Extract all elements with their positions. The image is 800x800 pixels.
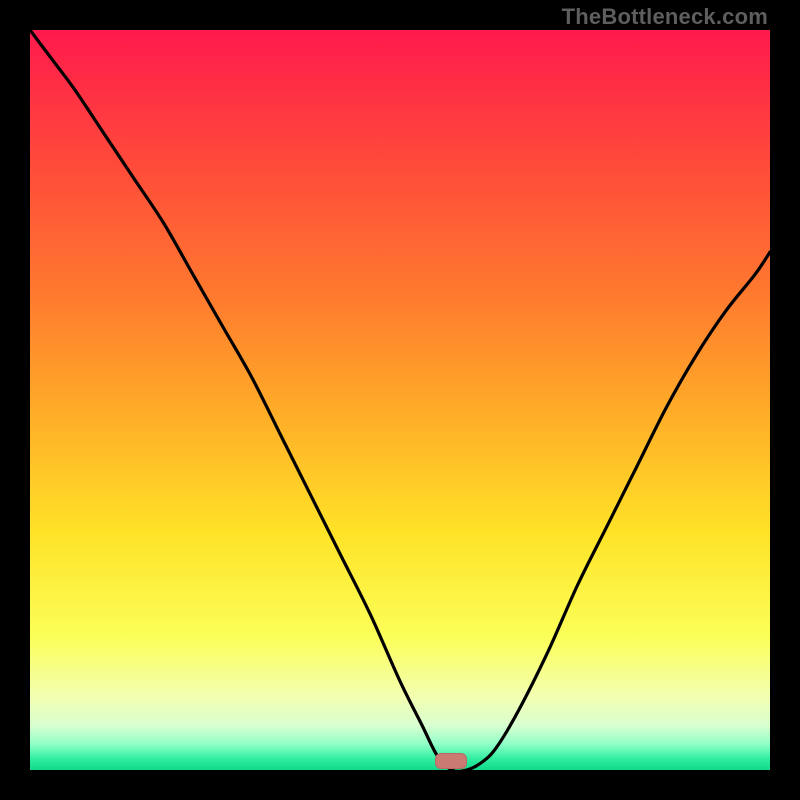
plot-area [30, 30, 770, 770]
bottleneck-curve [30, 30, 770, 770]
chart-frame: TheBottleneck.com [0, 0, 800, 800]
watermark-text: TheBottleneck.com [562, 4, 768, 30]
